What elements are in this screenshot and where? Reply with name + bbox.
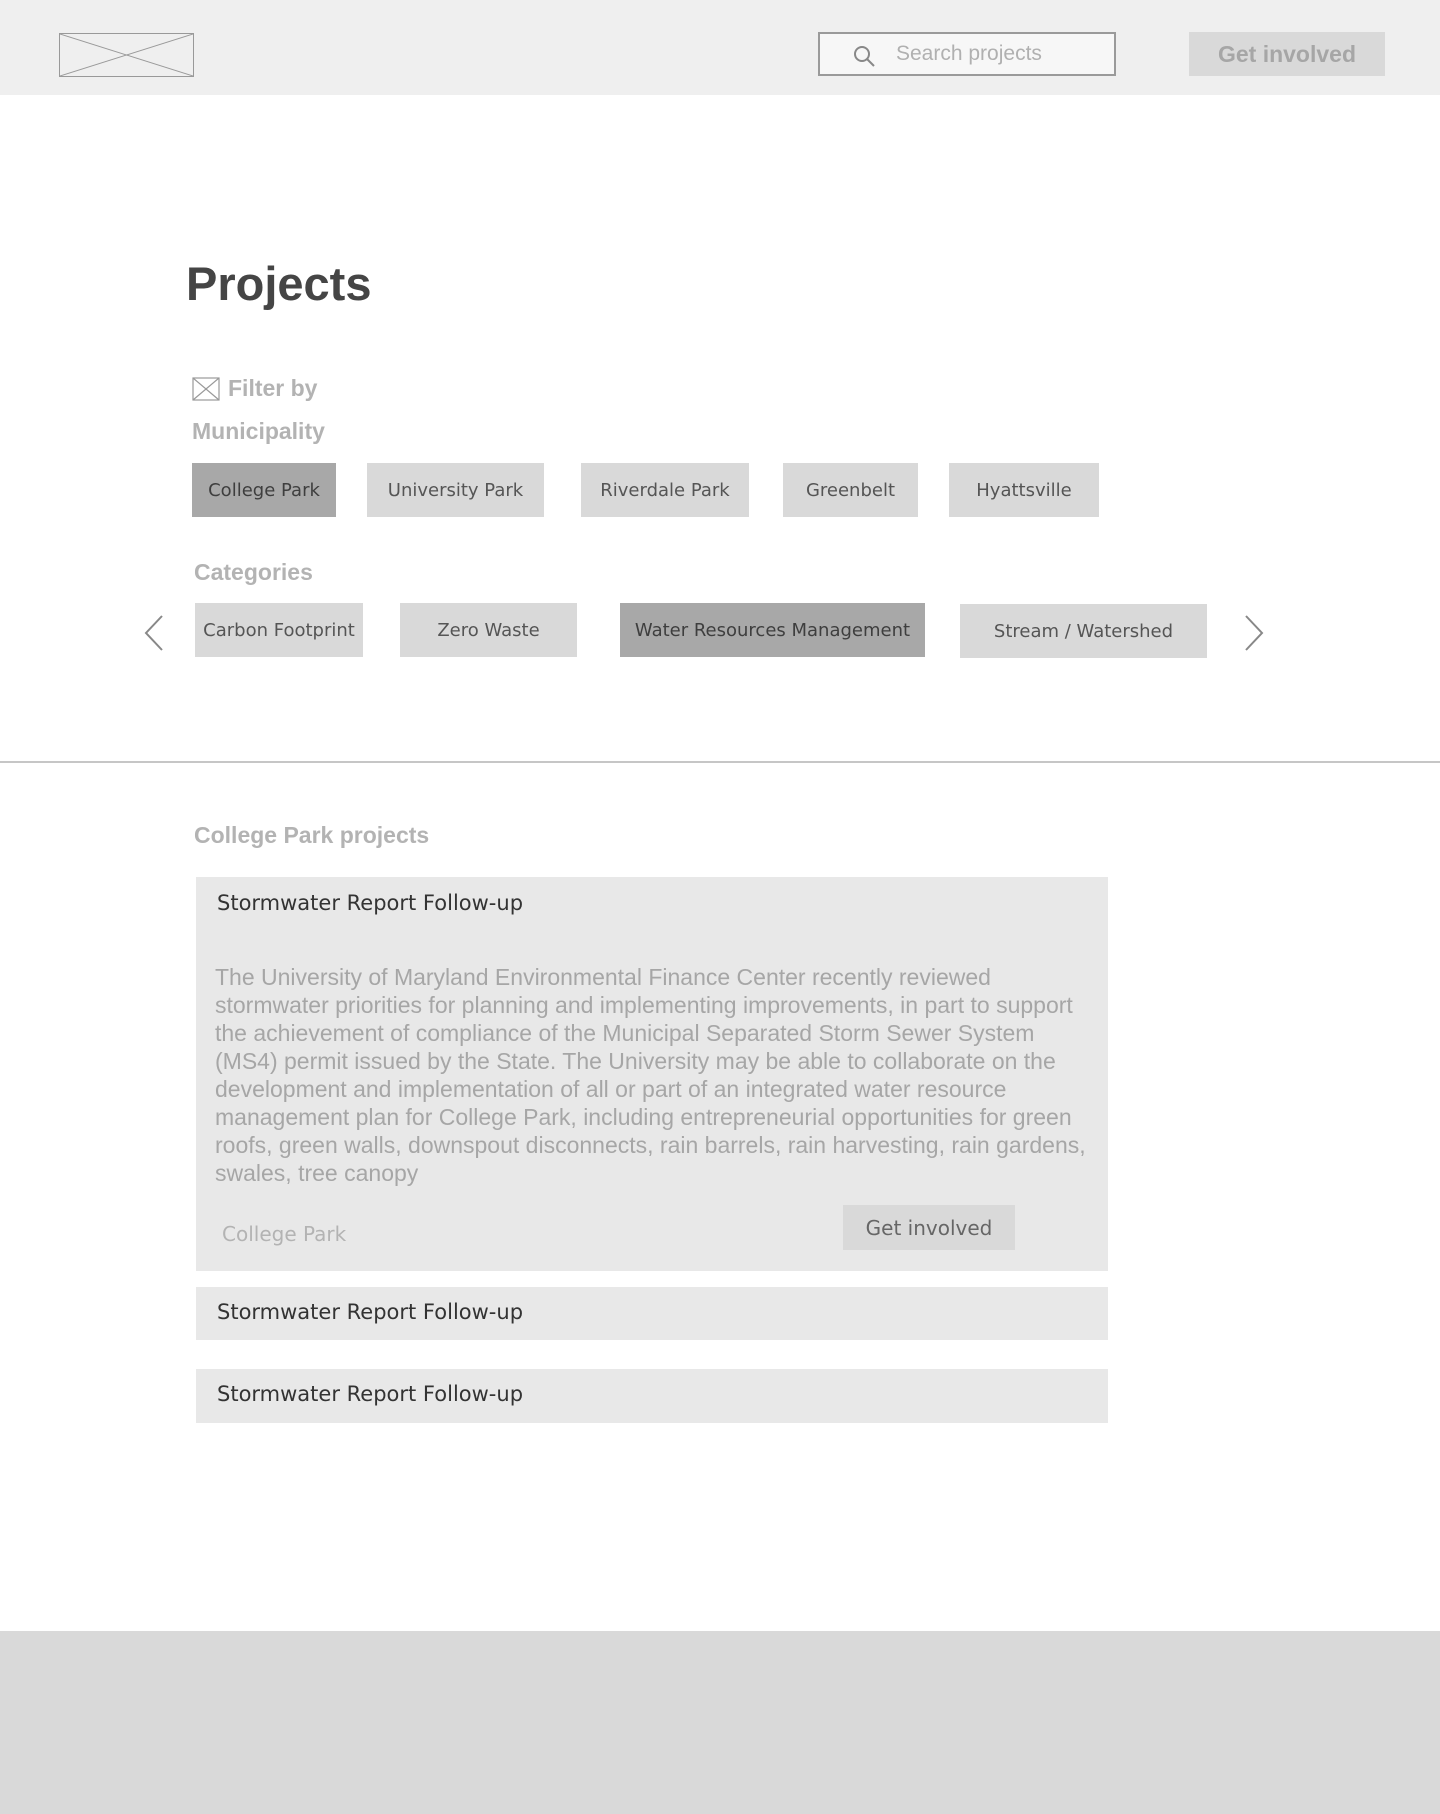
section-divider (0, 761, 1440, 763)
search-box (818, 32, 1116, 76)
chip-college-park[interactable]: College Park (192, 463, 336, 517)
project-title[interactable]: Stormwater Report Follow-up (217, 891, 523, 915)
chip-carbon-footprint[interactable]: Carbon Footprint (195, 603, 363, 657)
logo-placeholder[interactable] (59, 33, 194, 77)
filter-heading-label: Filter by (228, 375, 318, 401)
chip-zero-waste[interactable]: Zero Waste (400, 603, 577, 657)
chip-greenbelt[interactable]: Greenbelt (783, 463, 918, 517)
filter-icon (192, 376, 220, 401)
categories-label: Categories (194, 559, 313, 585)
image-placeholder-icon (60, 34, 193, 76)
project-card[interactable]: Stormwater Report Follow-up (196, 1287, 1108, 1340)
project-get-involved-button[interactable]: Get involved (843, 1205, 1015, 1250)
page-title: Projects (186, 257, 372, 310)
get-involved-button[interactable]: Get involved (1189, 32, 1385, 76)
search-input[interactable] (896, 40, 1096, 68)
filter-heading: Filter by (192, 375, 317, 402)
site-footer (0, 1631, 1440, 1814)
chip-hyattsville[interactable]: Hyattsville (949, 463, 1099, 517)
search-icon[interactable] (852, 44, 876, 68)
project-card[interactable]: Stormwater Report Follow-up (196, 1369, 1108, 1423)
results-title: College Park projects (194, 822, 430, 848)
site-header: Get involved (0, 0, 1440, 95)
chevron-right-icon[interactable] (1242, 613, 1266, 653)
project-location: College Park (222, 1222, 347, 1246)
chip-university-park[interactable]: University Park (367, 463, 544, 517)
project-title[interactable]: Stormwater Report Follow-up (217, 1382, 523, 1406)
project-description: The University of Maryland Environmental… (215, 964, 1086, 1186)
chip-water-resources-management[interactable]: Water Resources Management (620, 603, 925, 657)
chevron-left-icon[interactable] (142, 613, 166, 653)
municipality-label: Municipality (192, 418, 325, 444)
project-card-expanded[interactable]: Stormwater Report Follow-up The Universi… (196, 877, 1108, 1271)
chip-stream-watershed[interactable]: Stream / Watershed (960, 604, 1207, 658)
chip-riverdale-park[interactable]: Riverdale Park (581, 463, 749, 517)
project-title[interactable]: Stormwater Report Follow-up (217, 1300, 523, 1324)
